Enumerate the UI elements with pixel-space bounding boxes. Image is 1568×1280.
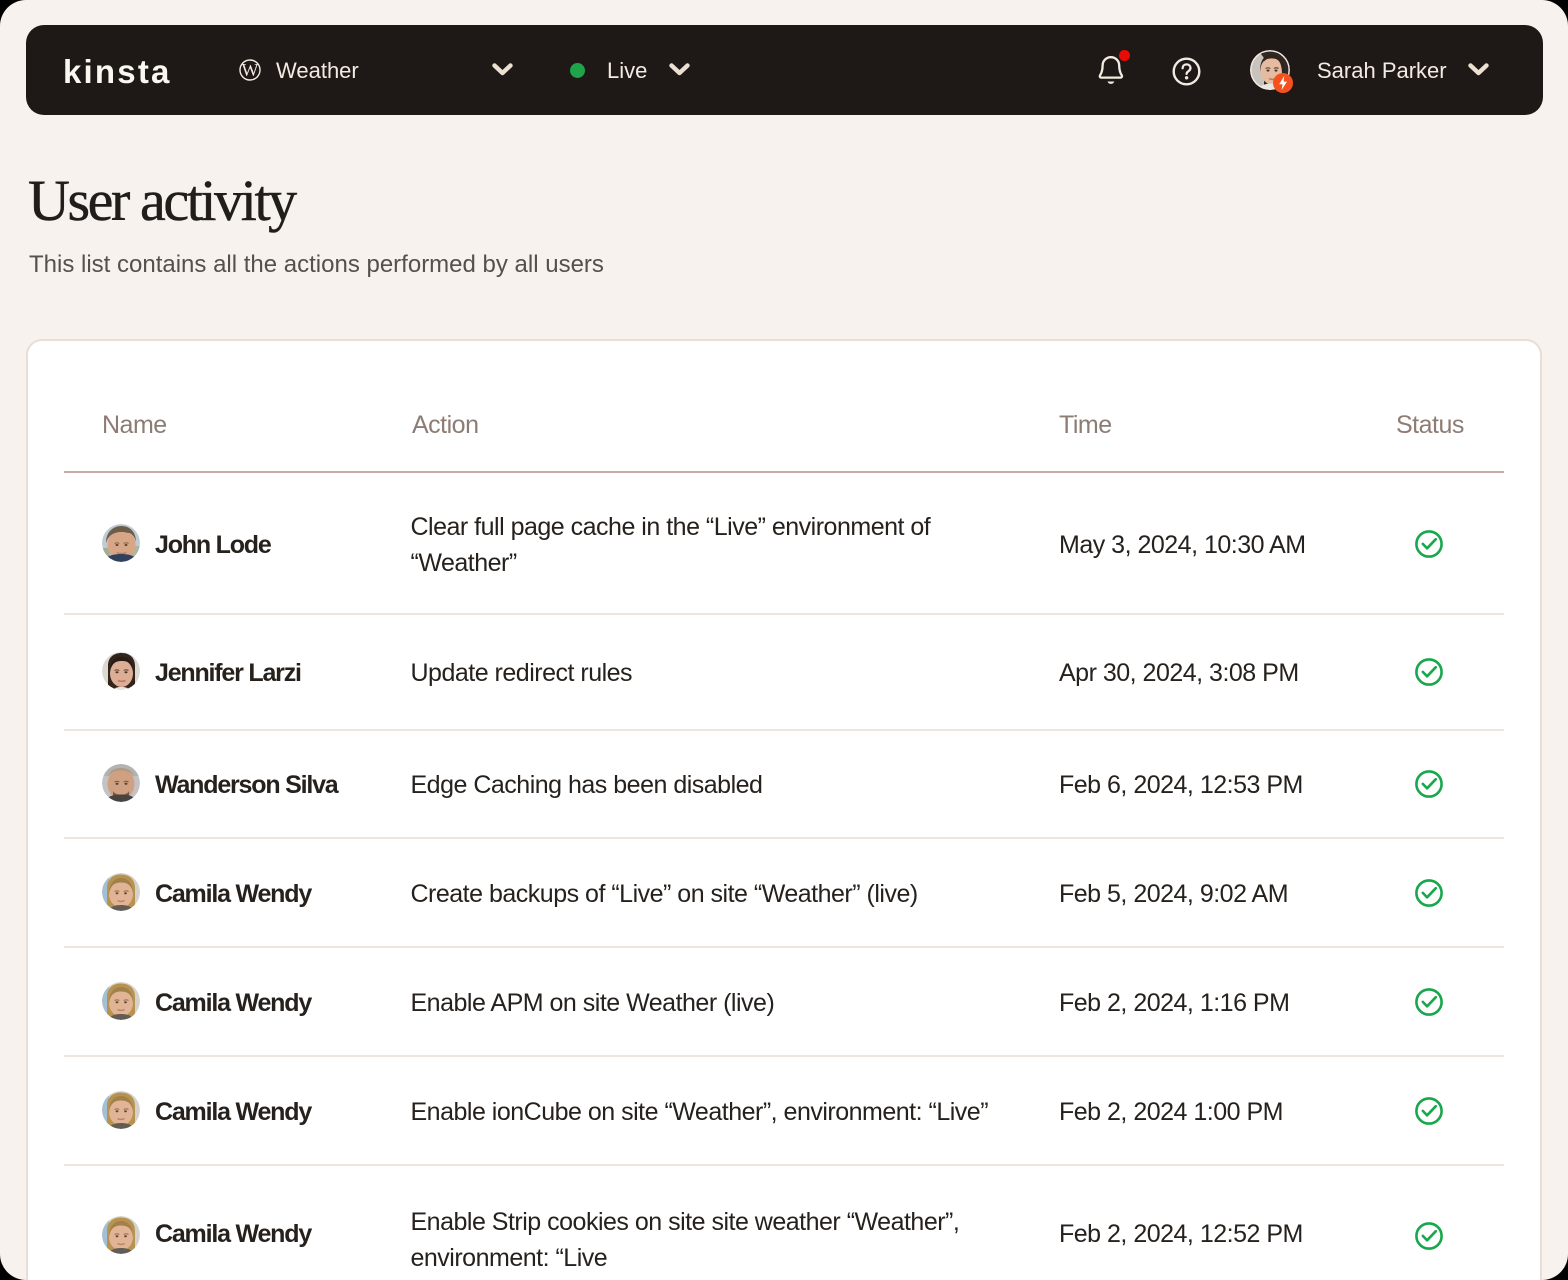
svg-text:W: W [242, 60, 259, 80]
